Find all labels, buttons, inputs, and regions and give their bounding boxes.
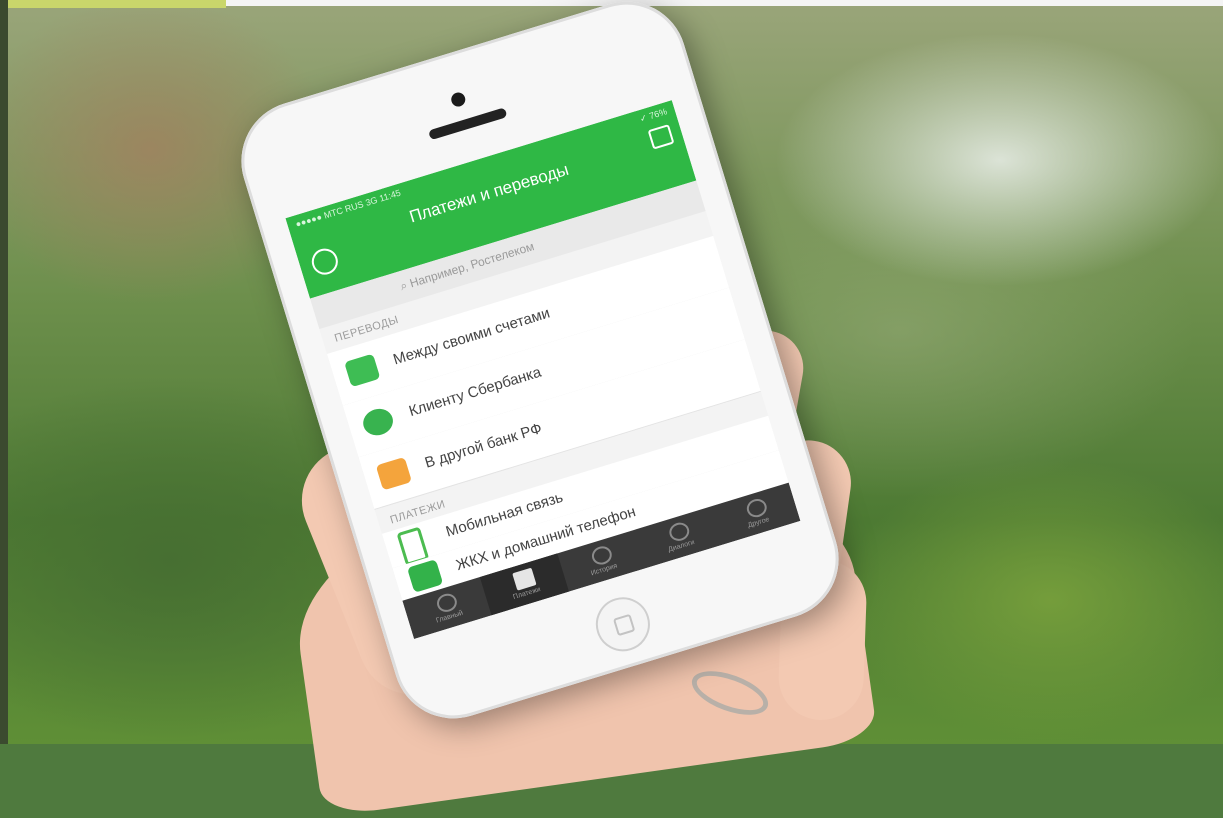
bank-icon — [375, 456, 413, 491]
left-edge-bar — [0, 0, 8, 744]
corner-strip — [0, 0, 226, 8]
client-icon — [359, 405, 397, 439]
top-white-band — [226, 0, 1223, 6]
house-icon — [406, 559, 444, 593]
home-square-icon — [612, 613, 636, 637]
cards-icon — [344, 353, 381, 388]
